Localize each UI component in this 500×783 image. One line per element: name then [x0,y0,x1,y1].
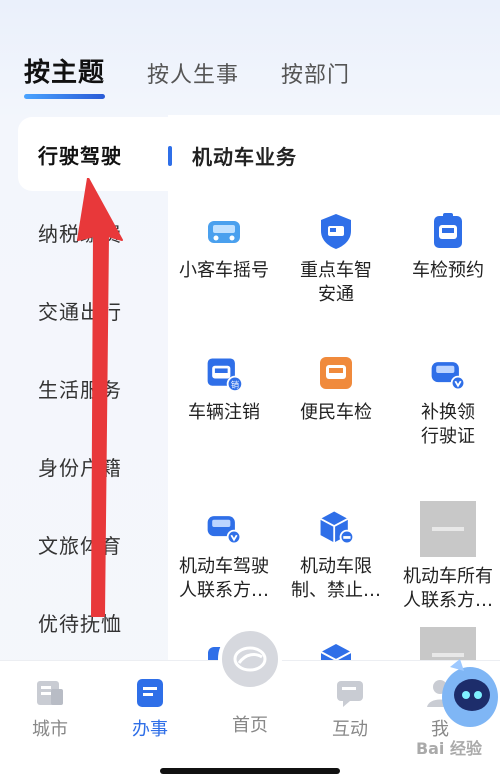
section-header: 机动车业务 [168,141,297,170]
top-tab-bar: 按主题 按人生事 按部门 [24,52,350,99]
chat-icon [337,681,363,707]
section-accent-bar [168,145,172,166]
watermark: Bai 经验 [415,739,482,758]
service-inspection-booking[interactable]: 车检预约 [392,211,500,283]
sidebar-item-label: 行驶驾驶 [38,143,122,168]
service-owner-contact[interactable]: 机动车所有 人联系方… [392,501,500,613]
service-key-vehicle[interactable]: 重点车智 安通 [280,211,392,307]
car-cancel-icon: 销 [204,353,244,393]
service-lottery[interactable]: 小客车摇号 [168,211,280,283]
nav-services[interactable]: 办事 [100,675,200,741]
tab-by-department[interactable]: 按部门 [281,57,350,89]
red-arrow-annotation [77,178,123,617]
service-vehicle-restriction[interactable]: 机动车限 制、禁止… [280,507,392,603]
nav-interact[interactable]: 互动 [300,675,400,741]
assistant-mascot-icon[interactable] [430,655,500,735]
car-check-icon [316,353,356,393]
car-icon [204,211,244,251]
nav-city[interactable]: 城市 [0,675,100,741]
clipboard-icon [137,679,163,707]
nav-label: 办事 [132,719,168,740]
home-indicator[interactable] [160,768,340,774]
shield-truck-icon [316,211,356,251]
service-label: 重点车智 安通 [300,260,372,305]
service-label: 机动车限 制、禁止… [291,556,381,601]
service-driver-contact[interactable]: 机动车驾驶 人联系方… [168,507,280,603]
service-label: 补换领 行驶证 [421,402,475,447]
service-label: 机动车所有 人联系方… [403,566,493,611]
city-icon [37,681,63,705]
service-convenient-inspection[interactable]: 便民车检 [280,353,392,425]
car-driver-contact-icon [204,507,244,547]
nav-label: 城市 [32,719,68,740]
section-title: 机动车业务 [192,145,297,169]
svg-text:销: 销 [231,380,239,390]
nav-label: 首页 [232,715,268,736]
bottom-nav: 城市 办事 首页 互动 我 [0,627,500,783]
tab-by-topic[interactable]: 按主题 [24,52,106,99]
home-logo-icon[interactable] [218,627,282,691]
nav-label: 互动 [332,719,368,740]
service-panel: 机动车业务 小客车摇号 重点车智 安通 车检预约 销 车辆注销 便民车检 补换领… [168,115,500,683]
image-placeholder [420,501,476,557]
service-label: 机动车驾驶 人联系方… [179,556,269,601]
service-label: 车辆注销 [188,402,260,423]
service-vehicle-cancel[interactable]: 销 车辆注销 [168,353,280,425]
nav-home[interactable]: 首页 [200,705,300,737]
clipboard-car-icon [428,211,468,251]
service-label: 便民车检 [300,402,372,423]
cube-restriction-icon [316,507,356,547]
tab-by-life-event[interactable]: 按人生事 [147,57,239,89]
car-license-icon [428,353,468,393]
service-label: 车检预约 [412,260,484,281]
service-license-replace[interactable]: 补换领 行驶证 [392,353,500,449]
service-label: 小客车摇号 [179,260,269,281]
